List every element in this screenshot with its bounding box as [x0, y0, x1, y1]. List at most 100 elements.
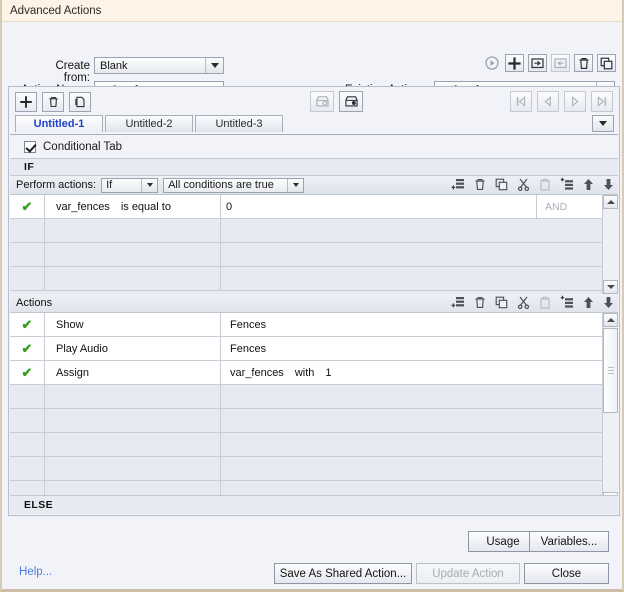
empty-cell-b — [221, 267, 618, 290]
action-enabled-checkmark[interactable]: ✔ — [10, 313, 45, 336]
paste-action-row-icon[interactable] — [539, 296, 551, 309]
condition-match-dropdown[interactable]: All conditions are true — [163, 177, 305, 193]
action-row[interactable]: ✔ Assign var_fences with 1 — [10, 361, 618, 385]
delete-tab-button[interactable] — [42, 92, 64, 112]
condition-enabled-checkmark[interactable]: ✔ — [10, 195, 45, 218]
paste-condition-icon[interactable] — [539, 178, 551, 191]
condition-row-empty[interactable] — [10, 219, 618, 243]
action-enabled-checkmark[interactable]: ✔ — [10, 337, 45, 360]
condition-operator: is equal to — [120, 200, 171, 213]
action-enabled-checkmark[interactable]: ✔ — [10, 361, 45, 384]
add-condition-icon[interactable] — [451, 177, 465, 191]
action-row[interactable]: ✔ Play Audio Fences — [10, 337, 618, 361]
conditions-toolbar — [451, 177, 614, 191]
conditional-tab-checkbox[interactable] — [24, 140, 36, 153]
scroll-up-arrow-icon[interactable] — [603, 313, 618, 327]
usage-button[interactable]: Usage — [468, 531, 538, 552]
condition-row[interactable]: ✔ var_fences is equal to 0 AND — [10, 195, 618, 219]
condition-variable-cell[interactable]: var_fences is equal to — [45, 195, 221, 218]
first-tab-button[interactable] — [510, 91, 532, 112]
action-type-cell[interactable]: Show — [45, 313, 221, 336]
condition-row-empty[interactable] — [10, 267, 618, 291]
action-param-cell[interactable]: Fences — [221, 337, 618, 360]
move-action-down-icon[interactable] — [603, 296, 614, 309]
create-from-dropdown[interactable]: Blank — [94, 57, 224, 74]
save-decision-button[interactable] — [310, 91, 334, 112]
save-as-shared-action-button[interactable]: Save As Shared Action... — [274, 563, 412, 584]
actions-label: Actions — [16, 297, 53, 309]
update-action-button[interactable]: Update Action — [416, 563, 520, 584]
move-action-up-icon[interactable] — [583, 296, 594, 309]
condition-row-empty[interactable] — [10, 243, 618, 267]
scroll-up-arrow-icon[interactable] — [603, 195, 618, 209]
action-row[interactable]: ✔ Show Fences — [10, 313, 618, 337]
load-decision-button[interactable] — [339, 91, 363, 112]
empty-cell-a — [45, 385, 221, 408]
duplicate-tab-button[interactable] — [69, 92, 91, 112]
delete-action-button[interactable] — [574, 54, 593, 72]
variables-button[interactable]: Variables... — [529, 531, 609, 552]
if-section-header: IF — [10, 158, 618, 176]
action-row-empty[interactable] — [10, 409, 618, 433]
condition-join-operator[interactable]: AND — [536, 195, 602, 218]
action-toolbar — [482, 54, 616, 72]
cut-condition-icon[interactable] — [517, 178, 530, 191]
scrollbar-grip-icon — [607, 365, 614, 376]
chevron-down-icon[interactable] — [141, 178, 158, 192]
tab-untitled-2[interactable]: Untitled-2 — [105, 115, 193, 132]
duplicate-action-button[interactable] — [597, 54, 616, 72]
empty-cell-b — [221, 409, 618, 432]
help-link[interactable]: Help... — [19, 566, 52, 578]
preview-action-button[interactable] — [482, 54, 501, 72]
empty-cell-a — [45, 409, 221, 432]
perform-actions-dropdown[interactable]: If — [101, 177, 159, 193]
tab-untitled-1[interactable]: Untitled-1 — [15, 115, 103, 132]
move-condition-up-icon[interactable] — [583, 178, 594, 191]
empty-check-cell — [10, 243, 45, 266]
previous-tab-button[interactable] — [537, 91, 559, 112]
tab-label: Untitled-3 — [215, 118, 263, 130]
conditions-scrollbar[interactable] — [602, 195, 618, 294]
action-param-cell[interactable]: Fences — [221, 313, 618, 336]
action-type-cell[interactable]: Assign — [45, 361, 221, 384]
add-action-button[interactable] — [505, 54, 524, 72]
empty-check-cell — [10, 385, 45, 408]
delete-condition-icon[interactable] — [474, 178, 486, 191]
delete-action-row-icon[interactable] — [474, 296, 486, 309]
chevron-down-icon[interactable] — [287, 178, 304, 192]
insert-condition-icon[interactable] — [560, 177, 574, 191]
close-button[interactable]: Close — [524, 563, 609, 584]
title-bar: Advanced Actions — [2, 0, 622, 22]
action-param-value: 1 — [325, 366, 332, 379]
tab-untitled-3[interactable]: Untitled-3 — [195, 115, 283, 132]
action-type-cell[interactable]: Play Audio — [45, 337, 221, 360]
add-action-row-icon[interactable] — [451, 295, 465, 309]
action-row-empty[interactable] — [10, 433, 618, 457]
add-tab-button[interactable] — [15, 92, 37, 112]
export-action-button[interactable] — [551, 54, 570, 72]
move-condition-down-icon[interactable] — [603, 178, 614, 191]
action-param-cell[interactable]: var_fences with 1 — [221, 361, 618, 384]
variables-button-label: Variables... — [540, 535, 598, 548]
empty-cell-b — [221, 457, 618, 480]
empty-cell-b — [221, 433, 618, 456]
empty-cell-a — [45, 433, 221, 456]
chevron-down-icon[interactable] — [205, 58, 223, 73]
cut-action-row-icon[interactable] — [517, 296, 530, 309]
insert-action-row-icon[interactable] — [560, 295, 574, 309]
tab-list: Untitled-1 Untitled-2 Untitled-3 — [15, 115, 285, 132]
action-row-empty[interactable] — [10, 457, 618, 481]
tab-overflow-dropdown[interactable] — [592, 115, 614, 132]
copy-action-row-icon[interactable] — [495, 296, 508, 309]
next-tab-button[interactable] — [564, 91, 586, 112]
last-tab-button[interactable] — [591, 91, 613, 112]
action-row-empty[interactable] — [10, 385, 618, 409]
tab-nav-group — [510, 91, 613, 112]
actions-scrollbar[interactable] — [602, 313, 618, 506]
scrollbar-thumb[interactable] — [603, 328, 618, 413]
scroll-down-arrow-icon[interactable] — [603, 280, 618, 294]
actions-toolbar — [451, 295, 614, 309]
import-action-button[interactable] — [528, 54, 547, 72]
conditional-tab-row[interactable]: Conditional Tab — [10, 135, 618, 158]
copy-condition-icon[interactable] — [495, 178, 508, 191]
